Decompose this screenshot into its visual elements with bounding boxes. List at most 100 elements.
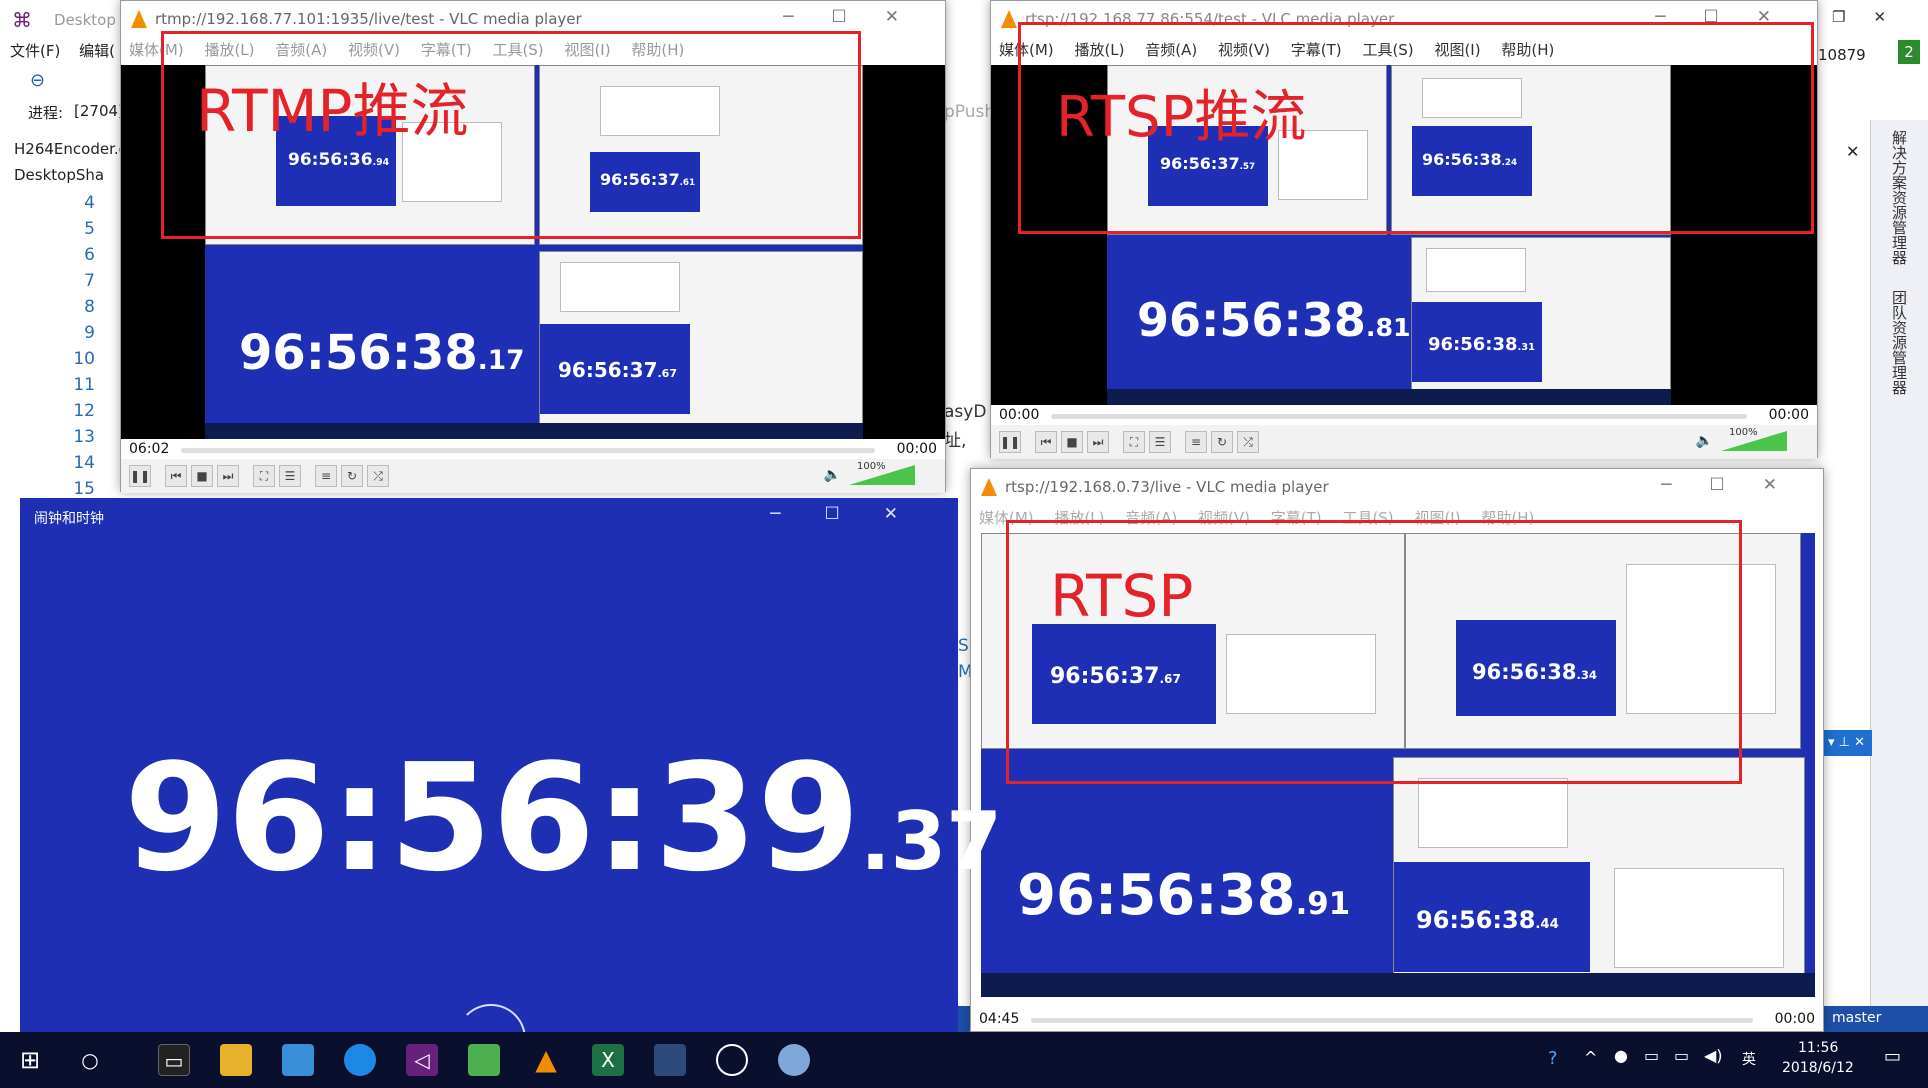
ide-menu-file[interactable]: 文件(F) bbox=[10, 42, 60, 60]
fullscreen-icon[interactable]: ⛶ bbox=[253, 465, 275, 487]
seek-bar[interactable]: 00:00 00:00 bbox=[991, 405, 1817, 427]
input-language[interactable]: 英 bbox=[1742, 1049, 1756, 1069]
line-numbers: 4 5 6 7 8 9 10 11 12 13 14 15 bbox=[50, 190, 95, 502]
window-controls[interactable]: ─☐✕ bbox=[1661, 475, 1815, 495]
qq-icon[interactable]: ● bbox=[1614, 1046, 1628, 1065]
time-elapsed: 06:02 bbox=[129, 441, 170, 457]
previous-icon[interactable]: ⏮ bbox=[1035, 431, 1057, 453]
code-fragment: 址, bbox=[944, 431, 967, 451]
close-icon[interactable]: ✕ bbox=[1846, 142, 1859, 161]
nested-taskbar bbox=[205, 423, 863, 439]
vlc-title: rtmp://192.168.77.101:1935/live/test - V… bbox=[155, 10, 582, 28]
excel-icon[interactable]: X bbox=[592, 1044, 624, 1076]
seek-bar[interactable]: 04:45 00:00 bbox=[971, 1009, 1823, 1031]
ide-solution-item[interactable]: DesktopSha bbox=[14, 166, 104, 184]
seek-track[interactable] bbox=[1031, 1018, 1753, 1023]
vlc-cone-icon bbox=[1001, 10, 1017, 28]
speaker-icon[interactable]: 🔈 bbox=[1696, 433, 1713, 449]
vlc-cone-icon bbox=[981, 478, 997, 496]
playlist-icon[interactable]: ≡ bbox=[1185, 431, 1207, 453]
branch-label[interactable]: master bbox=[1832, 1010, 1881, 1026]
window-controls[interactable]: ─☐✕ bbox=[783, 7, 937, 27]
line-number: 4 bbox=[84, 193, 95, 213]
annotation-box bbox=[1006, 520, 1742, 784]
windows-start-icon[interactable]: ⊞ bbox=[14, 1044, 46, 1076]
back-icon[interactable]: ⊖ bbox=[30, 70, 45, 91]
team-explorer-tab[interactable]: 团队资源管理器 bbox=[1889, 290, 1910, 395]
ide-menu-edit[interactable]: 编辑( bbox=[79, 42, 115, 60]
next-icon[interactable]: ⏭ bbox=[217, 465, 239, 487]
solution-explorer-tab[interactable]: 解决方案资源管理器 bbox=[1889, 130, 1910, 265]
nested-taskbar bbox=[981, 973, 1815, 997]
line-number: 11 bbox=[73, 375, 95, 395]
image-app-icon[interactable] bbox=[468, 1044, 500, 1076]
ide-counter: 10879 bbox=[1818, 46, 1866, 64]
clock-text: 96:56:38.91 bbox=[1017, 863, 1351, 928]
speaker-icon[interactable]: 🔈 bbox=[824, 467, 841, 483]
window-controls[interactable]: ─☐✕ bbox=[770, 504, 942, 524]
window-app-icon[interactable] bbox=[654, 1044, 686, 1076]
ide-progress-label: 进程: bbox=[28, 104, 64, 122]
volume-slider[interactable]: 100% bbox=[1721, 427, 1787, 451]
network-icon[interactable]: ▭ bbox=[1674, 1046, 1689, 1065]
time-elapsed: 00:00 bbox=[999, 407, 1040, 423]
previous-icon[interactable]: ⏮ bbox=[165, 465, 187, 487]
ide-file-tab[interactable]: H264Encoder.c bbox=[14, 140, 127, 158]
nested-frame: 96:56:37.67 bbox=[540, 324, 690, 414]
seek-track[interactable] bbox=[1051, 414, 1747, 419]
alarm-clock-icon[interactable] bbox=[716, 1044, 748, 1076]
ide-progress-value[interactable]: [2704] bbox=[74, 102, 124, 120]
vlc-title: rtsp://192.168.0.73/live - VLC media pla… bbox=[1005, 478, 1329, 496]
fullscreen-icon[interactable]: ⛶ bbox=[1123, 431, 1145, 453]
volume-label: 100% bbox=[857, 461, 886, 472]
paint-icon[interactable] bbox=[778, 1044, 810, 1076]
shuffle-icon[interactable]: ⤮ bbox=[367, 465, 389, 487]
vlc-icon[interactable]: ▲ bbox=[530, 1044, 562, 1076]
next-icon[interactable]: ⏭ bbox=[1087, 431, 1109, 453]
ide-badge[interactable]: 2 bbox=[1898, 40, 1920, 64]
playlist-icon[interactable]: ≡ bbox=[315, 465, 337, 487]
extended-settings-icon[interactable]: ☰ bbox=[279, 465, 301, 487]
loop-icon[interactable]: ↻ bbox=[341, 465, 363, 487]
help-icon[interactable]: ? bbox=[1548, 1048, 1558, 1069]
seek-track[interactable] bbox=[181, 448, 875, 453]
app-icon[interactable] bbox=[282, 1044, 314, 1076]
ide-menubar: 文件(F) 编辑( bbox=[10, 40, 129, 66]
stop-icon[interactable]: ■ bbox=[1061, 431, 1083, 453]
browser-icon[interactable] bbox=[344, 1044, 376, 1076]
clock-time: 96:56:39.37 bbox=[124, 732, 1002, 904]
nested-window: 96:56:38.31 bbox=[1411, 237, 1671, 393]
terminal-icon[interactable]: ▭ bbox=[158, 1044, 190, 1076]
time-total: 00:00 bbox=[896, 441, 937, 457]
extended-settings-icon[interactable]: ☰ bbox=[1149, 431, 1171, 453]
chevron-up-icon[interactable]: ^ bbox=[1584, 1048, 1597, 1067]
loop-icon[interactable]: ↻ bbox=[1211, 431, 1233, 453]
line-number: 9 bbox=[84, 323, 95, 343]
nested-window: 96:56:38.44 bbox=[1393, 757, 1805, 977]
clock-text: 96:56:38.31 bbox=[1428, 334, 1536, 355]
file-explorer-icon[interactable] bbox=[220, 1044, 252, 1076]
playback-controls: ❚❚ ⏮ ■ ⏭ ⛶ ☰ ≡ ↻ ⤮ 🔈 100% bbox=[991, 425, 1817, 459]
annotation-label: RTSP推流 bbox=[1056, 85, 1307, 150]
line-number: 8 bbox=[84, 297, 95, 317]
clock-text: 96:56:38.44 bbox=[1416, 906, 1559, 934]
code-fragment: asyD bbox=[944, 402, 987, 422]
pause-icon[interactable]: ❚❚ bbox=[129, 465, 151, 487]
battery-icon[interactable]: ▭ bbox=[1644, 1046, 1659, 1065]
nested-content bbox=[1614, 868, 1784, 968]
shuffle-icon[interactable]: ⤮ bbox=[1237, 431, 1259, 453]
seek-bar[interactable]: 06:02 00:00 bbox=[121, 439, 945, 461]
volume-slider[interactable]: 100% bbox=[849, 461, 915, 485]
notifications-icon[interactable]: ▭ bbox=[1884, 1046, 1901, 1067]
tray-date[interactable]: 2018/6/12 bbox=[1782, 1060, 1854, 1076]
clock-window-title: 闹钟和时钟 bbox=[34, 511, 104, 527]
ide-title: Desktop bbox=[54, 11, 116, 29]
tray-time[interactable]: 11:56 bbox=[1798, 1040, 1838, 1056]
stop-icon[interactable]: ■ bbox=[191, 465, 213, 487]
visual-studio-icon[interactable]: ◁ bbox=[406, 1044, 438, 1076]
search-icon[interactable]: ○ bbox=[74, 1044, 106, 1076]
system-tray: ? ^ ● ▭ ▭ ◀) 英 11:56 2018/6/12 ▭ bbox=[1548, 1032, 1928, 1088]
nested-taskbar bbox=[1107, 389, 1671, 405]
volume-icon[interactable]: ◀) bbox=[1704, 1046, 1723, 1065]
pause-icon[interactable]: ❚❚ bbox=[999, 431, 1021, 453]
